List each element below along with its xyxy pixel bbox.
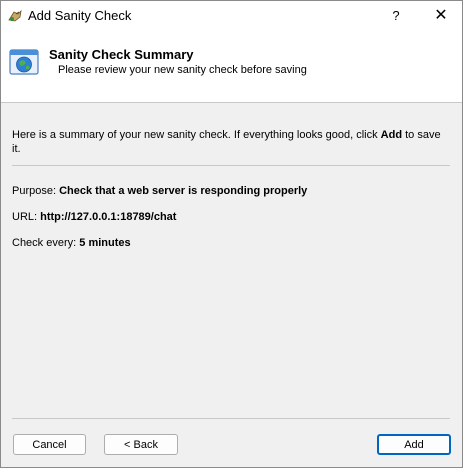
- url-row: URL: http://127.0.0.1:18789/chat: [12, 211, 176, 223]
- add-sanity-check-dialog: Add Sanity Check ? ✕ Sanity Check Summar…: [0, 0, 463, 468]
- wizard-header: Sanity Check Summary Please review your …: [1, 31, 462, 103]
- interval-label: Check every:: [12, 237, 77, 249]
- url-value: http://127.0.0.1:18789/chat: [40, 211, 177, 223]
- purpose-row: Purpose: Check that a web server is resp…: [12, 185, 307, 197]
- purpose-label: Purpose:: [12, 185, 57, 197]
- cancel-button[interactable]: Cancel: [13, 434, 86, 455]
- intro-add-emphasis: Add: [380, 129, 403, 141]
- interval-row: Check every: 5 minutes: [12, 237, 131, 249]
- globe-window-icon: [9, 49, 39, 75]
- window-title: Add Sanity Check: [28, 8, 132, 23]
- divider: [12, 165, 450, 166]
- intro-text: Here is a summary of your new sanity che…: [12, 128, 452, 156]
- header-title: Sanity Check Summary: [49, 47, 194, 62]
- app-icon: [8, 9, 22, 22]
- header-subtitle: Please review your new sanity check befo…: [58, 64, 307, 76]
- url-label: URL:: [12, 211, 38, 223]
- help-button[interactable]: ?: [381, 1, 411, 31]
- footer-divider: [12, 418, 450, 419]
- intro-text-before: Here is a summary of your new sanity che…: [12, 129, 381, 141]
- add-button[interactable]: Add: [377, 434, 451, 455]
- title-bar[interactable]: Add Sanity Check ? ✕: [1, 1, 462, 31]
- back-button[interactable]: < Back: [104, 434, 178, 455]
- close-button[interactable]: ✕: [426, 1, 456, 31]
- purpose-value: Check that a web server is responding pr…: [59, 185, 308, 197]
- interval-value: 5 minutes: [79, 237, 131, 249]
